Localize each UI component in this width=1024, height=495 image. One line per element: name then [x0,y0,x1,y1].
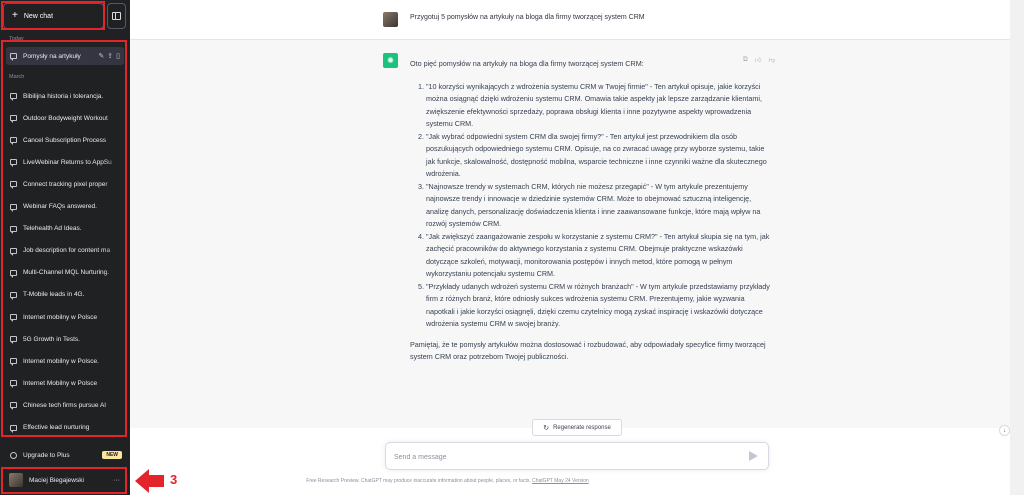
footer: Free Research Preview. ChatGPT may produ… [130,478,765,484]
assistant-list-item: "Przykłady udanych wdrożeń systemu CRM w… [426,281,775,331]
version-link[interactable]: ChatGPT May 24 Version [532,478,589,484]
user-avatar [383,12,398,27]
upgrade-button[interactable]: Upgrade to Plus NEW [6,447,124,463]
assistant-list-item: "Jak zwiększyć zaangażowanie zespołu w k… [426,231,775,281]
thumbs-up-icon[interactable]: 👍︎ [755,56,762,64]
assistant-list-item: "Jak wybrać odpowiedni system CRM dla sw… [426,131,775,181]
copy-icon[interactable]: ⧉ [743,56,748,64]
user-icon [10,451,17,459]
user-message: Przygotuj 5 pomysłów na artykuły na blog… [410,14,645,21]
assistant-list: "10 korzyści wynikających z wdrożenia sy… [410,81,775,331]
regenerate-label: Regenerate response [553,424,611,431]
regenerate-button[interactable]: ↻ Regenerate response [532,419,622,436]
send-icon[interactable] [749,451,758,461]
upgrade-label: Upgrade to Plus [23,451,70,459]
main-panel: Przygotuj 5 pomysłów na artykuły na blog… [130,0,1024,495]
arrow-down-icon[interactable]: ↓ [999,425,1010,436]
assistant-message-row: ✺ Oto pięć pomysłów na artykuły na bloga… [130,40,1010,428]
thumbs-down-icon[interactable]: 👎︎ [768,56,775,64]
user-message-row: Przygotuj 5 pomysłów na artykuły na blog… [130,0,1010,40]
openai-logo-icon: ✺ [383,53,398,68]
scrollbar[interactable] [1010,0,1024,495]
assistant-intro: Oto pięć pomysłów na artykuły na bloga d… [410,59,644,68]
message-actions: ⧉ 👍︎ 👎︎ [743,56,775,64]
assistant-list-item: "10 korzyści wynikających z wdrożenia sy… [426,81,775,131]
assistant-message: Oto pięć pomysłów na artykuły na bloga d… [410,58,775,364]
sidebar-toggle-icon [112,12,121,20]
message-composer [385,442,769,470]
refresh-icon: ↻ [543,424,550,432]
sidebar-toggle-button[interactable] [107,3,126,29]
message-input[interactable] [394,450,734,464]
new-badge: NEW [102,451,122,459]
annotation-box-3 [1,467,127,494]
assistant-list-item: "Najnowsze trendy w systemach CRM, który… [426,181,775,231]
annotation-box-2 [1,40,127,437]
footer-text: Free Research Preview. ChatGPT may produ… [306,478,531,484]
annotation-box-1 [1,1,105,30]
assistant-closing: Pamiętaj, że te pomysły artykułów można … [410,339,766,362]
